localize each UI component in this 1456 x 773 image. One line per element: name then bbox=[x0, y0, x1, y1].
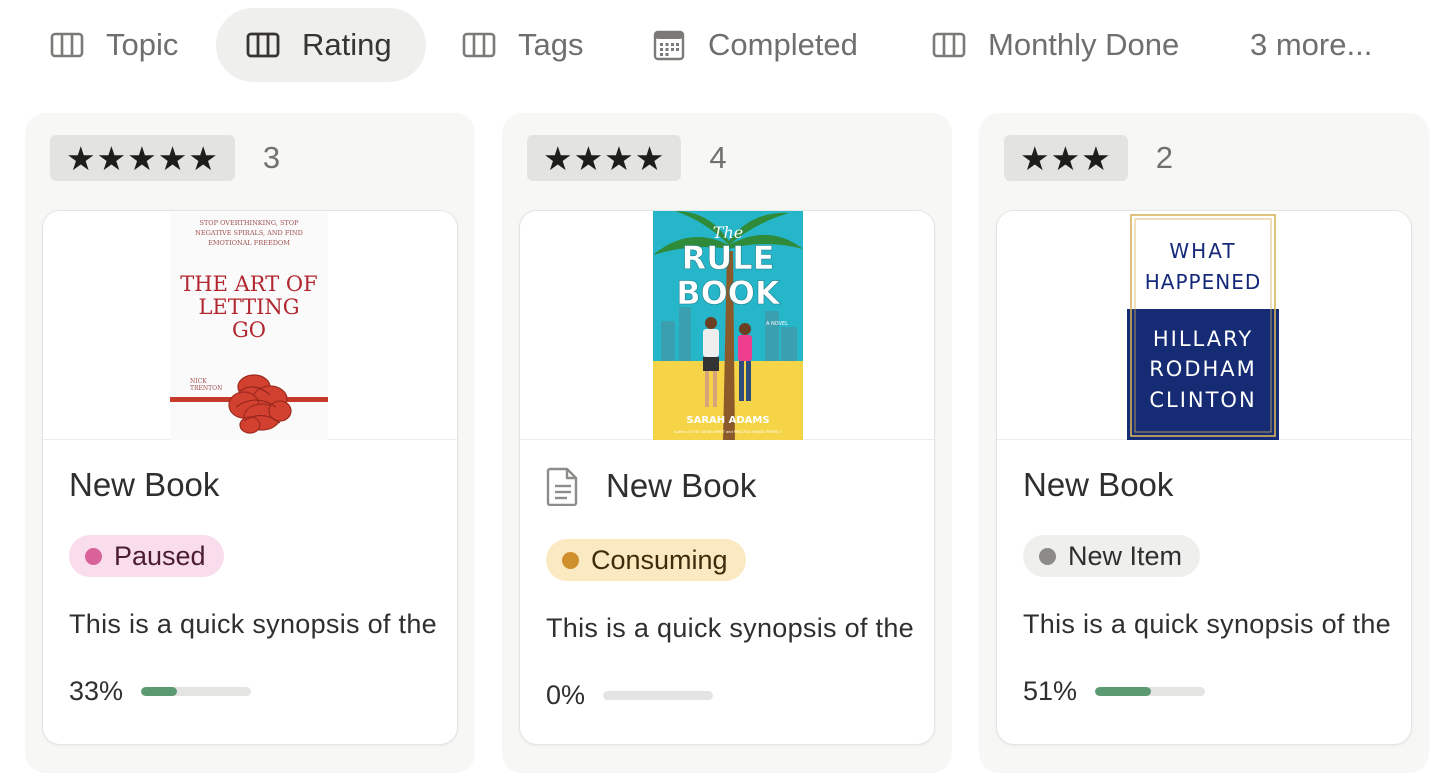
book-card[interactable]: WHAT HAPPENED HILLARY RODHAM CLINTON New… bbox=[996, 210, 1412, 745]
book-cover-image: STOP OVERTHINKING, STOP NEGATIVE SPIRALS… bbox=[170, 211, 328, 440]
card-synopsis: This is a quick synopsis of the bbox=[69, 609, 437, 639]
progress-percent: 33% bbox=[69, 676, 124, 706]
svg-text:A NOVEL: A NOVEL bbox=[766, 321, 788, 327]
table-columns-icon bbox=[930, 26, 968, 64]
column-count: 4 bbox=[709, 140, 727, 175]
svg-text:THE ART OF: THE ART OF bbox=[180, 272, 317, 296]
svg-text:CLINTON: CLINTON bbox=[1149, 388, 1256, 412]
svg-text:WHAT: WHAT bbox=[1169, 239, 1236, 263]
column-header: ★★★ 2 bbox=[1004, 135, 1173, 181]
svg-text:LETTING: LETTING bbox=[198, 295, 299, 319]
status-label: Consuming bbox=[591, 544, 728, 575]
book-cover-image: The RULE BOOK A NOVEL SARAH ADAMS Author… bbox=[653, 211, 803, 440]
column-count: 3 bbox=[262, 140, 281, 175]
tab-label: Monthly Done bbox=[988, 27, 1180, 62]
progress-row: 33% bbox=[69, 676, 252, 707]
progress-row: 0% bbox=[546, 680, 714, 711]
board-column-4-stars: ★★★★ 4 The RULE BOOK A NOVEL SARAH ADAMS… bbox=[502, 113, 952, 773]
card-cover-area: The RULE BOOK A NOVEL SARAH ADAMS Author… bbox=[520, 211, 934, 440]
tab-rating[interactable]: Rating bbox=[216, 8, 426, 82]
progress-percent: 0% bbox=[546, 680, 586, 710]
progress-percent: 51% bbox=[1023, 676, 1078, 706]
tab-label: Tags bbox=[518, 27, 584, 62]
status-badge: Paused bbox=[69, 535, 224, 577]
status-dot bbox=[85, 547, 102, 565]
book-card[interactable]: The RULE BOOK A NOVEL SARAH ADAMS Author… bbox=[519, 210, 935, 745]
svg-text:EMOTIONAL FREEDOM: EMOTIONAL FREEDOM bbox=[208, 239, 290, 247]
status-dot bbox=[562, 551, 579, 569]
status-label: New Item bbox=[1068, 540, 1183, 571]
card-synopsis: This is a quick synopsis of the bbox=[1023, 609, 1391, 639]
column-header: ★★★★★ 3 bbox=[50, 135, 280, 181]
svg-text:GO: GO bbox=[232, 318, 266, 342]
table-columns-icon bbox=[244, 26, 282, 64]
status-badge: Consuming bbox=[546, 539, 746, 581]
table-columns-icon bbox=[48, 26, 86, 64]
status-label: Paused bbox=[114, 540, 206, 571]
rating-group-label[interactable]: ★★★★★ bbox=[50, 135, 235, 181]
board-column-5-stars: ★★★★★ 3 STOP OVERTHINKING, STOP NEGATIVE… bbox=[25, 113, 475, 773]
tab-tags[interactable]: Tags bbox=[442, 8, 601, 82]
svg-text:HAPPENED: HAPPENED bbox=[1145, 270, 1261, 294]
view-tab-bar: Topic Rating Tags Completed Monthly Done… bbox=[0, 0, 1456, 95]
book-cover-image: WHAT HAPPENED HILLARY RODHAM CLINTON bbox=[1127, 211, 1279, 440]
progress-row: 51% bbox=[1023, 676, 1206, 707]
progress-bar bbox=[603, 691, 714, 700]
progress-bar-fill bbox=[141, 687, 178, 696]
svg-text:Author of THE CHEAT SHEET and: Author of THE CHEAT SHEET and PRACTICE M… bbox=[674, 430, 783, 434]
progress-bar-fill bbox=[1095, 687, 1152, 696]
card-title-text: New Book bbox=[69, 466, 220, 503]
page-icon bbox=[546, 466, 584, 506]
tab-label: Topic bbox=[106, 27, 179, 62]
tab-topic[interactable]: Topic bbox=[30, 8, 196, 82]
progress-bar bbox=[1095, 687, 1206, 696]
column-header: ★★★★ 4 bbox=[527, 135, 727, 181]
svg-text:RODHAM: RODHAM bbox=[1149, 357, 1257, 381]
rating-group-label[interactable]: ★★★★ bbox=[527, 135, 682, 181]
card-title[interactable]: New Book bbox=[546, 466, 756, 506]
svg-text:TRENTON: TRENTON bbox=[190, 385, 222, 392]
svg-text:STOP OVERTHINKING, STOP: STOP OVERTHINKING, STOP bbox=[200, 219, 300, 227]
status-badge: New Item bbox=[1023, 535, 1201, 577]
book-card[interactable]: STOP OVERTHINKING, STOP NEGATIVE SPIRALS… bbox=[42, 210, 458, 745]
more-views-button[interactable]: 3 more... bbox=[1250, 8, 1372, 82]
table-columns-icon bbox=[460, 26, 498, 64]
status-dot bbox=[1039, 547, 1056, 565]
svg-text:BOOK: BOOK bbox=[676, 274, 781, 312]
svg-text:NICK: NICK bbox=[190, 378, 207, 385]
svg-text:RULE: RULE bbox=[682, 239, 775, 277]
card-title[interactable]: New Book bbox=[1023, 466, 1173, 504]
card-cover-area: WHAT HAPPENED HILLARY RODHAM CLINTON bbox=[997, 211, 1411, 440]
tab-label: Rating bbox=[302, 27, 392, 62]
rating-group-label[interactable]: ★★★ bbox=[1004, 135, 1128, 181]
svg-text:SARAH ADAMS: SARAH ADAMS bbox=[686, 415, 769, 426]
progress-bar bbox=[141, 687, 252, 696]
svg-text:NEGATIVE SPIRALS, AND FIND: NEGATIVE SPIRALS, AND FIND bbox=[195, 229, 303, 237]
tab-label: Completed bbox=[708, 27, 858, 62]
card-title-text: New Book bbox=[606, 467, 757, 504]
card-synopsis: This is a quick synopsis of the bbox=[546, 613, 914, 643]
board-column-3-stars: ★★★ 2 WHAT HAPPENED HILLARY RODHAM CLINT… bbox=[979, 113, 1429, 773]
card-cover-area: STOP OVERTHINKING, STOP NEGATIVE SPIRALS… bbox=[43, 211, 457, 440]
column-count: 2 bbox=[1155, 140, 1174, 175]
svg-text:HILLARY: HILLARY bbox=[1153, 327, 1253, 351]
tab-monthly-done[interactable]: Monthly Done bbox=[912, 8, 1197, 82]
calendar-icon bbox=[650, 26, 688, 64]
card-title-text: New Book bbox=[1023, 466, 1174, 503]
tab-completed[interactable]: Completed bbox=[632, 8, 876, 82]
card-title[interactable]: New Book bbox=[69, 466, 219, 504]
